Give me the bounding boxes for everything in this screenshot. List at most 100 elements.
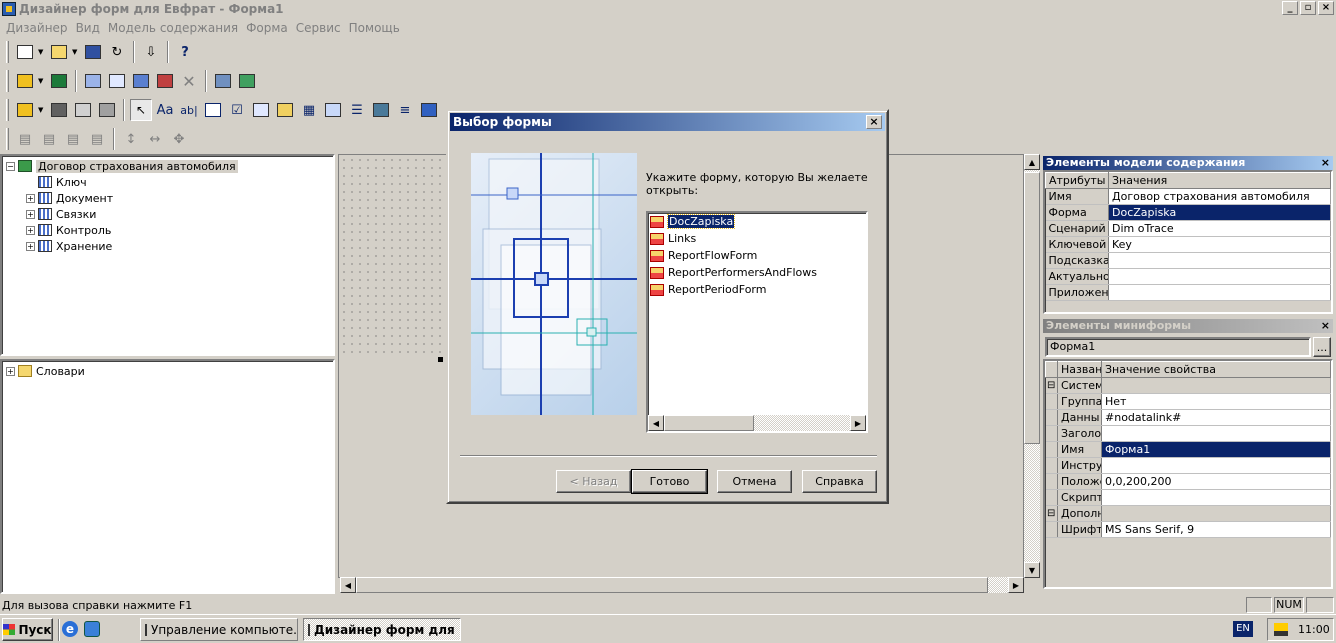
maximize-button[interactable]: ▫ — [1300, 1, 1316, 15]
same-width-icon[interactable]: ↔ — [144, 128, 166, 150]
table-row[interactable]: Форма DocZapiska — [1045, 204, 1331, 221]
same-height-icon[interactable]: ↕ — [120, 128, 142, 150]
minimize-button[interactable]: _ — [1282, 1, 1298, 15]
start-button[interactable]: Пуск — [2, 618, 53, 641]
refresh-icon[interactable]: ↻ — [106, 41, 128, 63]
table-row[interactable]: Группа Нет — [1045, 393, 1331, 410]
preview-icon[interactable] — [236, 70, 258, 92]
collapse-icon[interactable]: − — [6, 161, 15, 171]
scroll-thumb[interactable] — [356, 577, 988, 593]
list-horizontal-scrollbar[interactable]: ◀ ▶ — [648, 415, 866, 431]
toolbar-grip[interactable] — [6, 41, 9, 63]
new-icon[interactable] — [14, 41, 36, 63]
resize-handle[interactable] — [438, 357, 443, 362]
scroll-left-icon[interactable]: ◀ — [340, 577, 356, 593]
table-row[interactable]: Скрипт — [1045, 489, 1331, 506]
model-open-icon[interactable] — [14, 70, 36, 92]
chevron-down-icon[interactable]: ▼ — [72, 48, 80, 56]
menu-view[interactable]: Вид — [72, 21, 104, 35]
list-icon[interactable] — [106, 70, 128, 92]
table-row[interactable]: Шрифт MS Sans Serif, 9 — [1045, 521, 1331, 538]
browse-button[interactable]: ... — [1313, 337, 1331, 357]
tree-item[interactable]: + Контроль — [26, 222, 333, 238]
same-size-icon[interactable]: ✥ — [168, 128, 190, 150]
taskbar-item-computer-management[interactable]: Управление компьюте... — [140, 618, 298, 641]
warning-icon[interactable] — [1274, 623, 1288, 636]
table-row[interactable]: Данны #nodatalink# — [1045, 409, 1331, 426]
scroll-up-icon[interactable]: ▲ — [1024, 154, 1040, 170]
combo-tool-icon[interactable] — [250, 99, 272, 121]
list-item[interactable]: Links — [648, 230, 866, 247]
cancel-button[interactable]: Отмена — [717, 470, 792, 493]
vertical-scrollbar[interactable]: ▲ ▼ — [1024, 154, 1040, 578]
menu-service[interactable]: Сервис — [292, 21, 345, 35]
label-tool-icon[interactable]: Aa — [154, 99, 176, 121]
collapse-icon[interactable]: ⊟ — [1045, 505, 1058, 522]
tree-item[interactable]: + Хранение — [26, 238, 333, 254]
table-row[interactable]: Актуальнос — [1045, 268, 1331, 285]
date-tool-icon[interactable] — [322, 99, 344, 121]
finish-button[interactable]: Готово — [631, 469, 708, 494]
list-item[interactable]: ReportPerformersAndFlows — [648, 264, 866, 281]
grid-tool-icon[interactable]: ▦ — [298, 99, 320, 121]
menu-help[interactable]: Помощь — [345, 21, 404, 35]
tree-tool-icon[interactable]: ☰ — [346, 99, 368, 121]
scroll-right-icon[interactable]: ▶ — [1008, 577, 1024, 593]
scroll-right-icon[interactable]: ▶ — [850, 415, 866, 431]
menu-form[interactable]: Форма — [242, 21, 292, 35]
scroll-thumb[interactable] — [664, 415, 754, 431]
form-combo[interactable]: Форма1 — [1045, 337, 1311, 357]
close-icon[interactable]: × — [1321, 156, 1330, 170]
table-row[interactable]: Заголо — [1045, 425, 1331, 442]
close-button[interactable]: × — [1318, 1, 1334, 15]
expand-icon[interactable]: + — [26, 193, 35, 203]
properties-grid[interactable]: Назван Значение свойства ⊟ Систем Группа Не… — [1045, 361, 1331, 538]
scroll-thumb[interactable] — [1024, 172, 1040, 444]
props-icon[interactable] — [212, 70, 234, 92]
column-header[interactable]: Значение свойства — [1101, 361, 1331, 378]
scroll-left-icon[interactable]: ◀ — [648, 415, 664, 431]
form-listbox[interactable]: DocZapiska Links ReportFlowForm ReportPe… — [646, 211, 868, 433]
close-icon[interactable]: × — [1321, 319, 1330, 333]
content-model-tree[interactable]: − Договор страхования автомобиля Ключ + … — [0, 154, 335, 356]
column-header[interactable]: Назван — [1057, 361, 1102, 378]
table-row[interactable]: ⊟ Систем — [1045, 377, 1331, 394]
table-row[interactable]: Имя Договор страхования автомобиля — [1045, 188, 1331, 205]
tree-item[interactable]: + Связки — [26, 206, 333, 222]
pointer-icon[interactable]: ↖ — [130, 99, 152, 121]
attributes-grid[interactable]: Атрибуты Значения Имя Договор страхования … — [1045, 172, 1331, 301]
form-open-icon[interactable] — [14, 99, 36, 121]
delete-icon[interactable]: ✕ — [178, 70, 200, 92]
tree-item[interactable]: + Документ — [26, 190, 333, 206]
image-tool-icon[interactable] — [274, 99, 296, 121]
expand-icon[interactable]: + — [26, 241, 35, 251]
frame-tool-icon[interactable] — [202, 99, 224, 121]
dictionaries-tree[interactable]: + Словари — [0, 359, 335, 594]
list-item[interactable]: DocZapiska — [648, 213, 866, 230]
chevron-down-icon[interactable]: ▼ — [38, 48, 46, 56]
chevron-down-icon[interactable]: ▼ — [38, 106, 46, 114]
tree-root[interactable]: − Договор страхования автомобиля — [6, 158, 333, 174]
dialog-close-button[interactable]: × — [866, 115, 882, 129]
form-save-icon[interactable] — [48, 99, 70, 121]
model-save-icon[interactable] — [48, 70, 70, 92]
node-icon[interactable] — [82, 70, 104, 92]
align-justify-icon[interactable]: ▤ — [86, 128, 108, 150]
chart-tool-icon[interactable] — [418, 99, 440, 121]
language-indicator[interactable]: EN — [1233, 621, 1253, 637]
table-row[interactable]: Ключевой эKey — [1045, 236, 1331, 253]
help-button[interactable]: Справка — [802, 470, 877, 493]
form-canvas[interactable] — [340, 156, 448, 358]
table-row[interactable]: ⊟ Дополн — [1045, 505, 1331, 522]
align-right-icon[interactable]: ▤ — [62, 128, 84, 150]
table-row[interactable]: Инстру — [1045, 457, 1331, 474]
list-item[interactable]: ReportPeriodForm — [648, 281, 866, 298]
menu-designer[interactable]: Дизайнер — [2, 21, 72, 35]
taskbar-item-form-designer[interactable]: Дизайнер форм для ... — [303, 618, 461, 641]
table-row[interactable]: Подсказка — [1045, 252, 1331, 269]
form-publish-icon[interactable] — [96, 99, 118, 121]
align-left-icon[interactable]: ▤ — [14, 128, 36, 150]
list-item[interactable]: ReportFlowForm — [648, 247, 866, 264]
align-center-icon[interactable]: ▤ — [38, 128, 60, 150]
table-row[interactable]: Сценарий Dim oTrace — [1045, 220, 1331, 237]
